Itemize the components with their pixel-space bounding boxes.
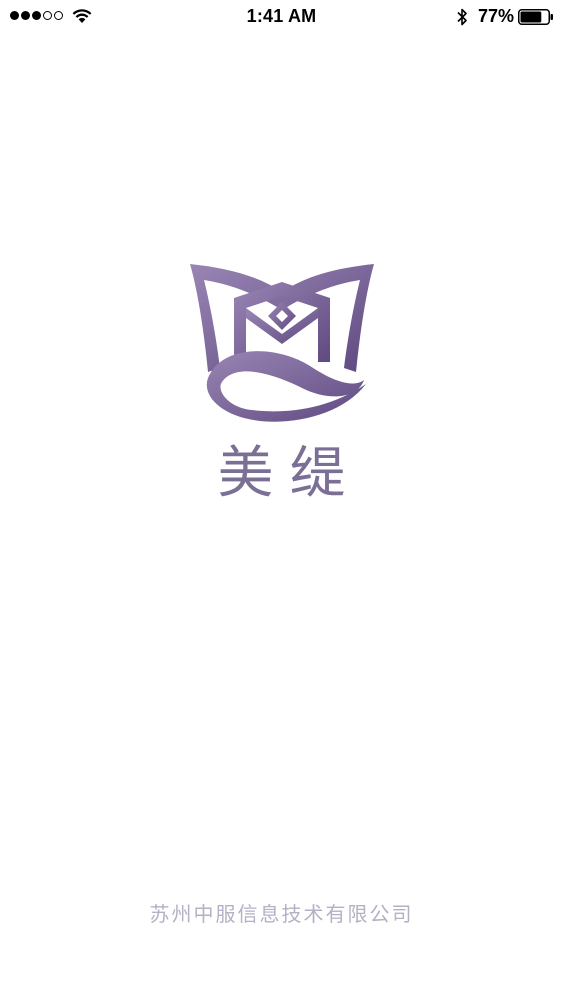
company-name: 苏州中服信息技术有限公司 [149,902,414,926]
battery-icon [518,9,553,25]
status-bar: 1:41 AM 77% [0,0,563,34]
battery-percentage: 77% [478,6,515,26]
battery-fill [520,11,542,23]
brand-logo-icon [190,264,374,422]
bluetooth-icon [457,8,467,26]
brand-name: 美缇 [217,441,362,506]
